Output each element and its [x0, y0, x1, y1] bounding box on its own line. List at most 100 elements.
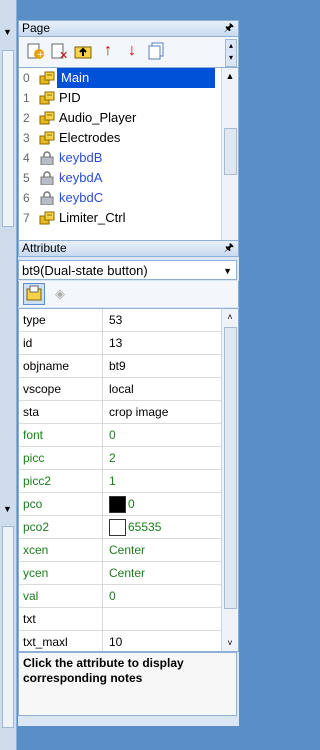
page-list-scrollbar[interactable]: ▲ ▼: [221, 68, 238, 252]
scroll-thumb[interactable]: [224, 128, 237, 175]
page-label: Audio_Player: [59, 110, 137, 125]
attribute-key: xcen: [19, 539, 103, 561]
attribute-row-val[interactable]: val 0: [19, 585, 238, 608]
delete-page-button[interactable]: ✕: [49, 41, 69, 61]
events-view-icon[interactable]: ◈: [55, 286, 65, 302]
page-list: 0 Main 1 PID 2 Audio_Player 3 Electrodes 4 keybdB…: [18, 67, 239, 253]
dropdown-arrow-icon[interactable]: ▼: [3, 27, 12, 37]
attribute-row-txt-maxl[interactable]: txt_maxl 10: [19, 631, 238, 651]
attribute-row-picc[interactable]: picc 2: [19, 447, 238, 470]
attribute-value[interactable]: 65535: [109, 516, 161, 538]
attribute-row-type[interactable]: type 53: [19, 309, 238, 332]
folder-up-icon: [74, 46, 92, 59]
color-swatch[interactable]: [109, 519, 126, 537]
attribute-key: ycen: [19, 562, 103, 584]
attribute-value[interactable]: Center: [109, 562, 145, 584]
attribute-row-font[interactable]: font 0: [19, 424, 238, 447]
color-swatch[interactable]: [109, 496, 126, 514]
attribute-grid-scrollbar[interactable]: ˄ ˅: [221, 309, 238, 651]
attribute-value-text: 10: [109, 635, 123, 649]
page-list-item[interactable]: 7 Limiter_Ctrl: [19, 208, 238, 228]
attribute-key: txt: [19, 608, 103, 630]
attribute-row-ycen[interactable]: ycen Center: [19, 562, 238, 585]
attribute-value-text: bt9: [109, 359, 126, 373]
attribute-value[interactable]: 0: [109, 424, 116, 446]
delete-page-icon: ✕: [51, 43, 68, 60]
attribute-key: sta: [19, 401, 103, 423]
pin-icon[interactable]: 🖈: [224, 241, 234, 256]
copy-page-button[interactable]: [146, 41, 166, 61]
add-page-button[interactable]: +: [25, 41, 45, 61]
page-list-item[interactable]: 4 keybdB: [19, 148, 238, 168]
page-label: Electrodes: [59, 130, 121, 145]
attribute-row-objname[interactable]: objname bt9: [19, 355, 238, 378]
page-toolbar: + ✕ ↑ ↓ ▴ ▾: [18, 37, 239, 67]
panel-title-text: Page: [22, 21, 51, 35]
page-panel: Page 🖈 + ✕ ↑ ↓ ▴ ▾ 0 Main 1 PID 2 Audio_Player…: [18, 20, 239, 253]
left-panel-edge: ▼ ▼: [0, 0, 17, 750]
attribute-key: picc: [19, 447, 103, 469]
attribute-key: pco: [19, 493, 103, 515]
move-up-button[interactable]: ↑: [98, 41, 118, 61]
scroll-down-icon[interactable]: ˅: [222, 635, 238, 651]
svg-text:✕: ✕: [59, 49, 68, 60]
page-number: 3: [23, 131, 30, 145]
attribute-value[interactable]: Center: [109, 539, 145, 561]
component-select-value: bt9(Dual-state button): [22, 263, 148, 278]
move-down-button[interactable]: ↓: [122, 41, 142, 61]
lock-icon: [40, 191, 54, 205]
attribute-row-id[interactable]: id 13: [19, 332, 238, 355]
page-list-item[interactable]: 6 keybdC: [19, 188, 238, 208]
lock-icon: [40, 151, 54, 165]
attribute-row-pco2[interactable]: pco2 65535: [19, 516, 238, 539]
component-select[interactable]: bt9(Dual-state button) ▼: [18, 260, 237, 280]
attribute-key: id: [19, 332, 103, 354]
page-label: Limiter_Ctrl: [59, 210, 126, 225]
page-label: PID: [59, 90, 81, 105]
attribute-value[interactable]: 2: [109, 447, 116, 469]
attribute-value-text: 0: [109, 428, 116, 442]
pin-icon[interactable]: 🖈: [224, 21, 234, 36]
attribute-value[interactable]: 0: [109, 585, 116, 607]
page-list-item[interactable]: 2 Audio_Player: [19, 108, 238, 128]
attribute-row-sta[interactable]: sta crop image: [19, 401, 238, 424]
chevron-down-icon[interactable]: ▼: [3, 504, 12, 514]
toolbar-overflow-button[interactable]: ▴ ▾: [225, 39, 237, 67]
scroll-up-icon[interactable]: ▲: [222, 68, 238, 84]
page-list-item[interactable]: 5 keybdA: [19, 168, 238, 188]
attribute-row-txt[interactable]: txt: [19, 608, 238, 631]
attribute-value[interactable]: local: [109, 378, 134, 400]
page-list-item[interactable]: 0 Main: [19, 68, 238, 88]
attribute-key: val: [19, 585, 103, 607]
page-list-item[interactable]: 1 PID: [19, 88, 238, 108]
page-icon: [39, 211, 55, 225]
page-label: keybdA: [59, 170, 103, 185]
attribute-row-pco[interactable]: pco 0: [19, 493, 238, 516]
attribute-value[interactable]: 10: [109, 631, 123, 651]
attribute-key: pco2: [19, 516, 103, 538]
categorized-view-button[interactable]: [23, 283, 45, 305]
scroll-up-icon[interactable]: ˄: [222, 309, 238, 325]
page-number: 1: [23, 91, 30, 105]
insert-page-button[interactable]: [73, 41, 93, 61]
attribute-key: txt_maxl: [19, 631, 103, 651]
attribute-value-text: Center: [109, 566, 146, 580]
attribute-value[interactable]: 1: [109, 470, 116, 492]
attribute-value[interactable]: bt9: [109, 355, 126, 377]
attribute-value-text: 53: [109, 313, 123, 327]
attribute-value[interactable]: 0: [109, 493, 135, 515]
page-number: 0: [23, 71, 30, 85]
dropdown-arrow-icon: ▼: [223, 266, 232, 276]
page-number: 2: [23, 111, 30, 125]
attribute-row-vscope[interactable]: vscope local: [19, 378, 238, 401]
page-icon: [39, 71, 55, 85]
attribute-key: objname: [19, 355, 103, 377]
scroll-thumb[interactable]: [224, 327, 237, 609]
page-list-item[interactable]: 3 Electrodes: [19, 128, 238, 148]
attribute-value[interactable]: 53: [109, 309, 122, 331]
attribute-row-picc2[interactable]: picc2 1: [19, 470, 238, 493]
attribute-value[interactable]: 13: [109, 332, 122, 354]
attribute-row-xcen[interactable]: xcen Center: [19, 539, 238, 562]
attribute-value[interactable]: crop image: [109, 401, 168, 423]
attribute-toolbar: ◈: [18, 281, 239, 307]
